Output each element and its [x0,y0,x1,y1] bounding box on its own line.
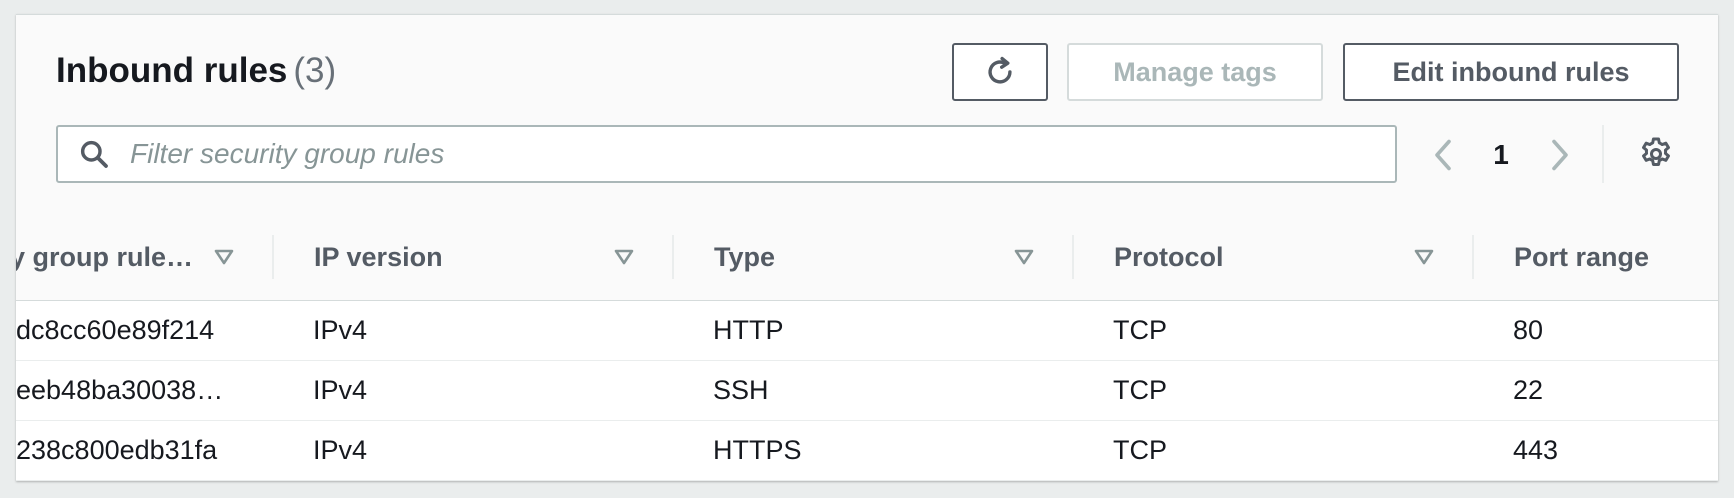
refresh-icon [988,56,1012,84]
column-divider[interactable] [1472,235,1474,279]
inbound-rules-panel: Inbound rules (3) Manage tags Edit inboun… [16,14,1718,481]
cell-ip-version: IPv4 [313,435,368,465]
table-row[interactable]: eeb48ba30038… IPv4 SSH TCP 22 [16,361,1718,421]
sort-down-icon[interactable] [212,245,236,269]
panel-header: Inbound rules (3) Manage tags Edit inboun… [16,15,1718,216]
column-header-type[interactable]: Type [714,215,1074,300]
rules-count: (3) [293,51,337,90]
next-page-button[interactable] [1540,133,1580,177]
pagination-divider [1602,125,1604,183]
chevron-left-icon [1435,139,1451,171]
refresh-button[interactable] [952,43,1048,101]
cell-security-group-rule-id[interactable]: eeb48ba30038… [16,361,266,420]
previous-page-button[interactable] [1423,133,1463,177]
cell-type: SSH [713,375,769,405]
column-header-label: y group rule… [16,242,194,272]
cell-type: HTTP [713,315,784,345]
cell-protocol: TCP [1113,435,1167,465]
column-header-label: Protocol [1114,242,1224,272]
current-page-number[interactable]: 1 [1481,135,1521,175]
manage-tags-button[interactable]: Manage tags [1067,43,1323,101]
table-row[interactable]: 238c800edb31fa IPv4 HTTPS TCP 443 [16,421,1718,481]
table-row[interactable]: dc8cc60e89f214 IPv4 HTTP TCP 80 [16,301,1718,361]
cell-port-range: 80 [1513,315,1544,345]
column-header-port-range[interactable]: Port range [1514,215,1718,300]
sort-down-icon[interactable] [1012,245,1036,269]
search-input[interactable] [128,137,1332,171]
sort-down-icon[interactable] [1412,245,1436,269]
column-divider[interactable] [672,235,674,279]
cell-security-group-rule-id[interactable]: 238c800edb31fa [16,421,266,480]
cell-ip-version: IPv4 [313,375,368,405]
cell-security-group-rule-id[interactable]: dc8cc60e89f214 [16,301,266,360]
column-header-label: Type [714,242,776,272]
column-header-protocol[interactable]: Protocol [1114,215,1474,300]
column-header-label: Port range [1514,242,1650,272]
chevron-right-icon [1552,139,1568,171]
page-title: Inbound rules (3) [56,51,336,91]
cell-ip-version: IPv4 [313,315,368,345]
column-divider[interactable] [272,235,274,279]
table-settings-button[interactable] [1634,132,1678,176]
gear-icon [1642,137,1670,166]
edit-inbound-rules-button[interactable]: Edit inbound rules [1343,43,1679,101]
cell-port-range: 443 [1513,435,1559,465]
column-header-label: IP version [314,242,443,272]
search-icon [74,134,114,174]
column-header-security-group-rule[interactable]: y group rule… [16,215,276,300]
table-header: y group rule… IP version Type Protocol P… [16,215,1718,301]
inbound-rules-table: y group rule… IP version Type Protocol P… [16,215,1718,481]
sort-down-icon[interactable] [612,245,636,269]
cell-protocol: TCP [1113,315,1167,345]
cell-type: HTTPS [713,435,802,465]
cell-port-range: 22 [1513,375,1544,405]
column-header-ip-version[interactable]: IP version [314,215,674,300]
title-text: Inbound rules [56,51,288,90]
table-body: dc8cc60e89f214 IPv4 HTTP TCP 80 eeb48ba3… [16,301,1718,481]
search-box[interactable] [56,125,1397,183]
column-divider[interactable] [1072,235,1074,279]
cell-protocol: TCP [1113,375,1167,405]
